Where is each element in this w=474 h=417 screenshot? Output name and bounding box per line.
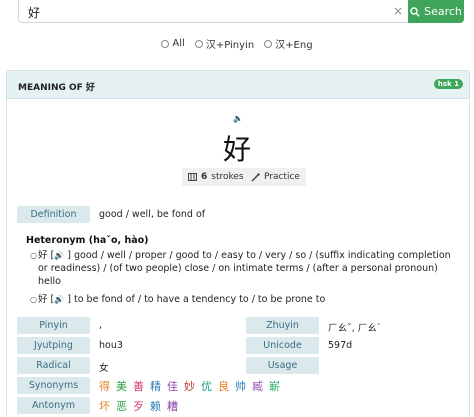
speaker-icon[interactable]: 🔊 [54,295,64,304]
synonym-char[interactable]: 嶄 [269,378,280,394]
radical-value[interactable]: 女 [99,360,109,374]
zhuyin-value: ㄏㄠˇ, ㄏㄠˋ [328,323,382,334]
search-input-value[interactable]: 好 [28,4,40,21]
antonym-char[interactable]: 赖 [150,398,161,414]
synonym-char[interactable]: 精 [150,378,161,394]
practice-label: Practice [264,172,300,182]
synonym-char[interactable]: 得 [99,378,110,394]
heteronym-text: or readiness) / (of two people) close / … [38,263,438,274]
heteronym-title: Heteronym (haˇo, hào) [26,235,149,246]
antonyms-list: 坏恶歹赖糟 [99,398,178,414]
synonym-char[interactable]: 善 [133,378,144,394]
search-input[interactable]: 好 × [18,0,408,23]
synonym-char[interactable]: 佳 [167,378,178,394]
strokes-label: strokes [211,172,244,182]
jyutping-value: hou3 [99,340,123,351]
antonym-char[interactable]: 糟 [167,398,178,414]
antonym-char[interactable]: 坏 [99,398,110,414]
radio-han-eng[interactable]: 汉+Eng [264,36,313,51]
card-title: MEANING OF 好 [18,83,95,93]
pinyin-label: Pinyin [17,317,90,334]
synonym-char[interactable]: 美 [116,378,127,394]
synonym-char[interactable]: 妙 [184,378,195,394]
speaker-icon[interactable]: 🔊 [54,251,64,260]
strokes-pill[interactable]: 6 strokes [182,168,250,186]
synonym-char[interactable]: 臧 [252,378,263,394]
bullet-icon: ○ [30,295,37,304]
heteronym-item-1: 好 [🔊 ] good / well / proper / good to / … [38,249,458,288]
speaker-icon[interactable]: 🔈 [233,114,243,123]
synonyms-list: 得美善精佳妙优良帅臧嶄 [99,378,280,394]
zhuyin-label: Zhuyin [246,317,319,334]
strokes-icon [188,173,197,181]
radio-circle-icon[interactable] [161,39,170,48]
heteronym-text: ] to be fond of / to have a tendency to … [67,294,326,305]
heteronym-text: hello [38,276,61,287]
heteronym-char: 好 [38,294,48,305]
synonyms-label: Synonyms [17,377,90,394]
radio-label: 汉+Pinyin [205,40,255,51]
heteronym-char: 好 [38,250,48,261]
heteronym-text: ] good / well / proper / good to / easy … [67,250,451,261]
synonym-char[interactable]: 良 [218,378,229,394]
synonym-char[interactable]: 优 [201,378,212,394]
definition-label: Definition [17,206,90,223]
unicode-label: Unicode [246,337,319,354]
card-header: MEANING OF 好 hsk 1 [7,71,469,99]
search-button-label: Search [424,5,462,18]
unicode-value: 597d [328,340,353,351]
jyutping-label: Jyutping [17,337,90,354]
brush-icon [251,172,260,182]
radio-label: 汉+Eng [275,40,313,51]
synonym-char[interactable]: 帅 [235,378,246,394]
hsk-badge: hsk 1 [433,79,463,89]
usage-label: Usage [246,357,319,374]
heteronym-item-2: 好 [🔊 ] to be fond of / to have a tendenc… [38,293,458,306]
radio-circle-icon[interactable] [194,39,203,48]
practice-button[interactable]: Practice [245,168,306,186]
radio-circle-icon[interactable] [264,39,273,48]
radio-label: All [172,38,185,49]
clear-icon[interactable]: × [393,4,403,18]
search-button[interactable]: Search [408,0,464,23]
antonym-char[interactable]: 恶 [116,398,127,414]
bullet-icon: ○ [30,251,37,260]
radio-han-pinyin[interactable]: 汉+Pinyin [194,36,255,51]
definition-value: good / well, be fond of [99,209,206,220]
main-character: 好 [222,133,251,166]
strokes-count: 6 [201,172,208,182]
search-mode-options: All 汉+Pinyin 汉+Eng [0,36,474,51]
search-icon [410,6,420,17]
antonym-char[interactable]: 歹 [133,398,144,414]
radical-label: Radical [17,357,90,374]
pinyin-value: , [99,320,103,331]
search-area: 好 × Search All 汉+Pinyin 汉+Eng [0,0,474,60]
radio-all[interactable]: All [161,36,185,51]
antonym-label: Antonym [17,397,90,414]
